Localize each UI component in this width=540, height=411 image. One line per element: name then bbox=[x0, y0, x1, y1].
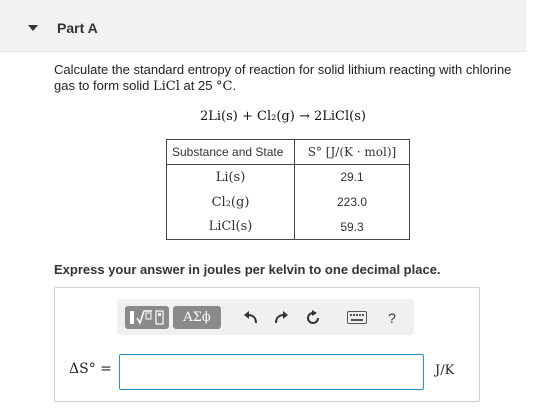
entropy-value-cell: 223.0 bbox=[294, 189, 410, 215]
collapse-triangle-icon[interactable] bbox=[28, 25, 38, 31]
substance-cell: Li(s) bbox=[166, 164, 295, 190]
table-row: LiCl(s) 59.3 bbox=[166, 214, 410, 240]
keyboard-icon[interactable] bbox=[345, 306, 369, 329]
entropy-value-cell: 59.3 bbox=[294, 214, 410, 240]
question-formula: LiCl bbox=[153, 79, 180, 94]
answer-input[interactable] bbox=[119, 354, 424, 390]
question-text-end: . bbox=[232, 78, 237, 93]
question-text: Calculate the standard entropy of reacti… bbox=[54, 62, 524, 95]
undo-icon[interactable] bbox=[239, 306, 263, 329]
substance-cell: Cl₂(g) bbox=[166, 189, 295, 215]
entropy-value-cell: 29.1 bbox=[294, 164, 410, 190]
templates-button[interactable] bbox=[125, 306, 169, 329]
redo-icon[interactable] bbox=[269, 306, 293, 329]
table-header-substance: Substance and State bbox=[166, 139, 295, 165]
answer-box: ΑΣϕ ? ΔS° = J/K bbox=[54, 287, 480, 402]
question-text-start: Calculate the standard entropy of reacti… bbox=[54, 62, 512, 93]
question-text-middle: at 25 bbox=[179, 78, 217, 93]
table-row: Cl₂(g) 223.0 bbox=[166, 189, 410, 215]
answer-instruction: Express your answer in joules per kelvin… bbox=[54, 262, 441, 277]
greek-symbols-button[interactable]: ΑΣϕ bbox=[173, 306, 221, 329]
unit-label: J/K bbox=[435, 363, 455, 378]
question-temperature-unit: °C bbox=[216, 79, 233, 94]
templates-icon bbox=[130, 310, 164, 325]
math-toolbar: ΑΣϕ ? bbox=[117, 299, 414, 335]
reaction-equation: 2Li(s) + Cl₂(g) → 2LiCl(s) bbox=[200, 109, 366, 124]
substance-cell: LiCl(s) bbox=[166, 214, 295, 240]
table-row: Li(s) 29.1 bbox=[166, 164, 410, 190]
part-header[interactable]: Part A bbox=[0, 0, 526, 52]
help-button[interactable]: ? bbox=[380, 306, 404, 329]
reset-icon[interactable] bbox=[301, 306, 325, 329]
delta-s-label: ΔS° = bbox=[69, 361, 112, 377]
part-title: Part A bbox=[57, 20, 98, 36]
entropy-table: Substance and State S° [J/(K · mol)] Li(… bbox=[166, 139, 410, 240]
table-header-entropy: S° [J/(K · mol)] bbox=[294, 139, 410, 165]
